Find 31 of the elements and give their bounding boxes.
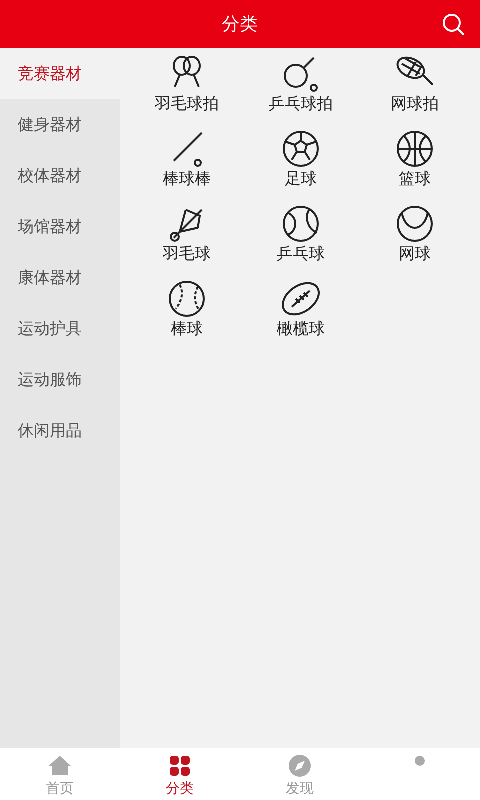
header-title: 分类 [222, 12, 258, 36]
compass-icon [288, 754, 312, 778]
person-icon [415, 756, 425, 766]
product-category-item[interactable]: 篮球 [358, 129, 472, 204]
category-item[interactable]: 健身器材 [0, 99, 120, 150]
home-icon [48, 754, 72, 778]
product-category-item[interactable]: 乒乓球 [244, 204, 358, 279]
category-item[interactable]: 竞赛器材 [0, 48, 120, 99]
product-category-item[interactable]: 橄榄球 [244, 279, 358, 354]
category-item[interactable]: 运动护具 [0, 303, 120, 354]
search-button[interactable] [442, 13, 466, 37]
baseball-icon [166, 279, 208, 319]
ball-icon [280, 204, 322, 244]
basketball-icon [394, 129, 436, 169]
grid-icon [168, 754, 192, 778]
football-icon [280, 129, 322, 169]
tennis-ball-icon [394, 204, 436, 244]
product-category-item[interactable]: 足球 [244, 129, 358, 204]
category-item[interactable]: 休闲用品 [0, 405, 120, 456]
product-category-item[interactable]: 棒球棒 [130, 129, 244, 204]
category-item[interactable]: 场馆器材 [0, 201, 120, 252]
product-category-item[interactable]: 网球拍 [358, 54, 472, 129]
product-category-item[interactable]: 棒球 [130, 279, 244, 354]
product-category-item[interactable]: 羽毛球拍 [130, 54, 244, 129]
product-category-item[interactable]: 羽毛球 [130, 204, 244, 279]
category-item[interactable]: 康体器材 [0, 252, 120, 303]
category-item[interactable]: 校体器材 [0, 150, 120, 201]
product-category-item[interactable]: 乒乓球拍 [244, 54, 358, 129]
tab-bar-item[interactable]: 分类 [120, 748, 240, 800]
category-item[interactable]: 运动服饰 [0, 354, 120, 405]
product-category-item[interactable]: 网球 [358, 204, 472, 279]
